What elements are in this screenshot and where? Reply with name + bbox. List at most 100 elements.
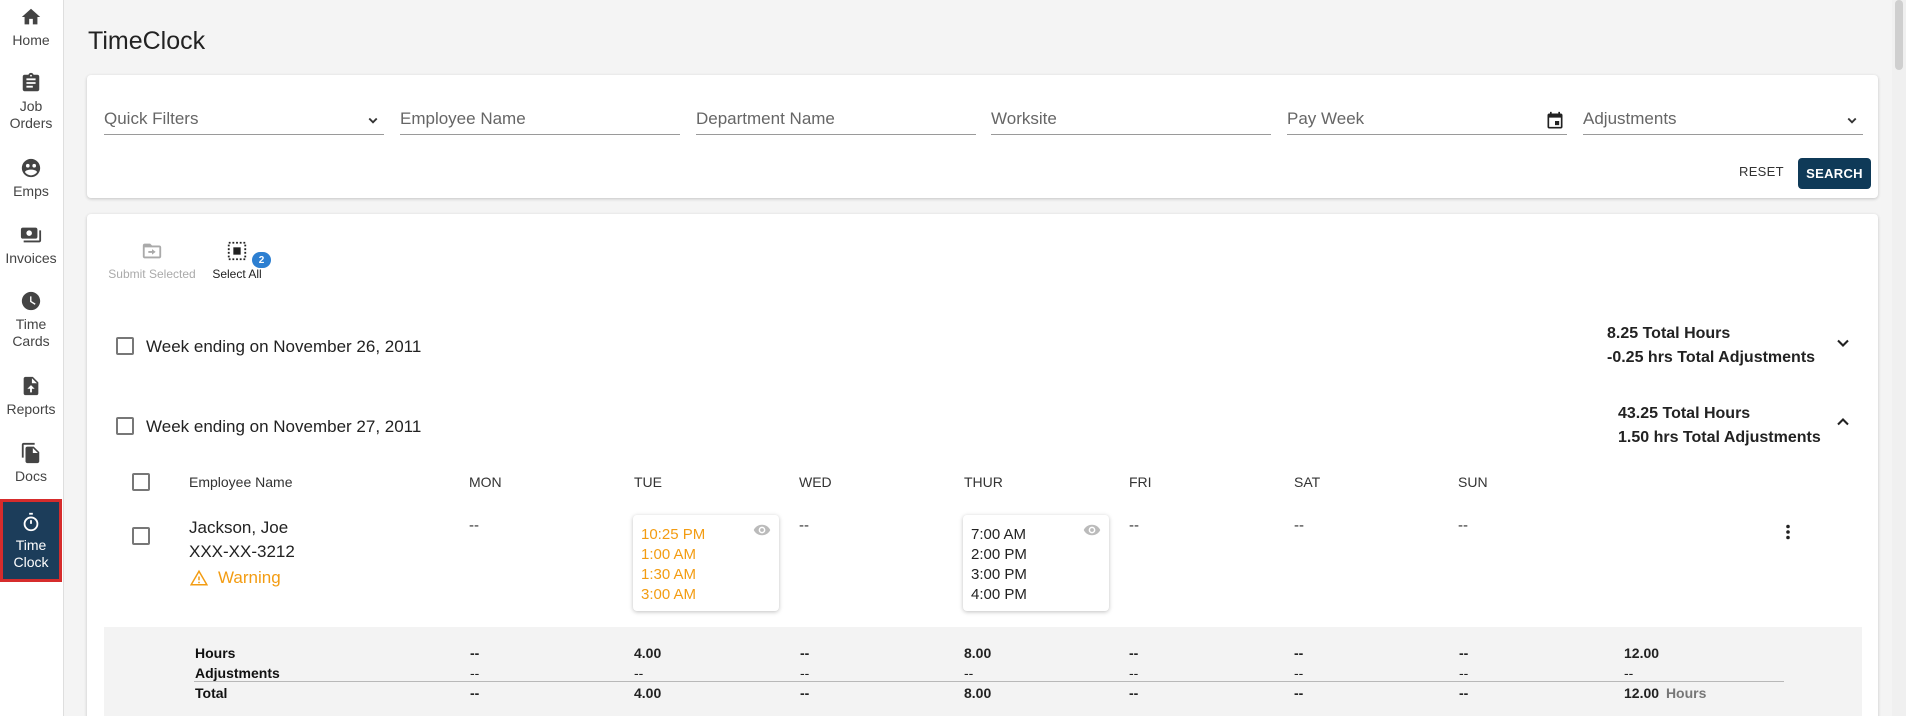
week-label: Week ending on November 27, 2011 <box>146 417 422 436</box>
more-vert-icon[interactable] <box>1784 524 1792 540</box>
total-tue: 4.00 <box>634 685 662 701</box>
adjustments-select[interactable]: Adjustments <box>1583 105 1863 135</box>
hours-sat: -- <box>1294 645 1304 661</box>
home-icon <box>21 8 41 25</box>
warning-icon <box>190 569 208 586</box>
select-all-rows-checkbox[interactable] <box>132 473 150 491</box>
day-value-sat: -- <box>1294 517 1304 534</box>
sidebar-item-label: Docs <box>15 468 47 484</box>
week-total-hours: 43.25 Total Hours <box>1618 405 1751 422</box>
week-checkbox[interactable] <box>116 417 134 435</box>
calendar-icon[interactable] <box>1545 111 1565 131</box>
day-value-mon: -- <box>469 517 479 534</box>
total-sun: -- <box>1459 685 1469 701</box>
chevron-up-icon[interactable] <box>1833 412 1853 432</box>
department-name-input[interactable]: Department Name <box>696 105 976 135</box>
punch-time: 7:00 AM <box>971 526 1027 543</box>
people-icon <box>21 158 41 178</box>
adjustments-tue: -- <box>634 665 644 681</box>
week-total-hours: 8.25 Total Hours <box>1607 325 1731 342</box>
sidebar-item-time-cards[interactable]: Time Cards <box>0 290 62 350</box>
scrollbar[interactable] <box>1892 0 1906 716</box>
warning-label: Warning <box>218 568 281 587</box>
chevron-down-icon <box>368 117 378 124</box>
adjustments-fri: -- <box>1129 665 1139 681</box>
chevron-down-icon[interactable] <box>1833 333 1853 353</box>
column-header-tue: TUE <box>634 474 662 490</box>
column-header-wed: WED <box>799 474 832 490</box>
employee-info: Jackson, Joe XXX-XX-3212 <box>189 516 295 564</box>
worksite-input[interactable]: Worksite <box>991 105 1271 135</box>
punch-time: 3:00 PM <box>971 566 1027 583</box>
clipboard-icon <box>22 72 40 92</box>
summary-label-total: Total <box>195 685 228 701</box>
employee-name[interactable]: Jackson, Joe <box>189 516 295 540</box>
row-checkbox[interactable] <box>132 527 150 545</box>
sidebar-item-docs[interactable]: Docs <box>0 442 62 485</box>
submit-selected-button[interactable]: Submit Selected <box>104 240 200 281</box>
eye-icon[interactable] <box>753 521 771 539</box>
files-icon <box>21 442 40 464</box>
chevron-down-icon <box>1847 117 1857 124</box>
column-header-thur: THUR <box>964 474 1003 490</box>
quick-filters-label: Quick Filters <box>104 109 199 128</box>
sidebar-item-emps[interactable]: Emps <box>0 157 62 200</box>
day-value-sun: -- <box>1458 517 1468 534</box>
hours-sun: -- <box>1459 645 1469 661</box>
punch-card-thur[interactable]: 7:00 AM 2:00 PM 3:00 PM 4:00 PM <box>963 515 1109 611</box>
sidebar-item-label: Invoices <box>5 250 57 266</box>
adjustments-wed: -- <box>800 665 810 681</box>
hours-thur: 8.00 <box>964 645 992 661</box>
total-wed: -- <box>800 685 810 701</box>
select-all-label: Select All <box>212 267 262 281</box>
column-header-employee: Employee Name <box>189 474 293 490</box>
scrollbar-thumb[interactable] <box>1895 0 1903 70</box>
punch-time: 1:00 AM <box>641 546 697 563</box>
column-header-mon: MON <box>469 474 502 490</box>
punch-card-tue[interactable]: 10:25 PM 1:00 AM 1:30 AM 3:00 AM <box>633 515 779 611</box>
week-total-adjustments: -0.25 hrs Total Adjustments <box>1607 349 1816 366</box>
filter-panel: Quick Filters Employee Name Department N… <box>87 75 1878 198</box>
quick-filters-select[interactable]: Quick Filters <box>104 105 384 135</box>
day-value-wed: -- <box>799 517 809 534</box>
warning-indicator[interactable]: Warning <box>190 568 281 588</box>
upload-file-icon <box>23 376 39 396</box>
search-button[interactable]: SEARCH <box>1798 158 1871 189</box>
submit-selected-label: Submit Selected <box>108 267 196 281</box>
sidebar-item-invoices[interactable]: Invoices <box>0 224 62 267</box>
clock-icon <box>21 291 41 311</box>
punch-time: 4:00 PM <box>971 586 1027 603</box>
total-total: 12.00 Hours <box>1624 685 1706 701</box>
sidebar-item-time-clock[interactable]: Time Clock <box>0 499 62 582</box>
sidebar-item-label: Emps <box>13 183 49 199</box>
summary-label-adjustments: Adjustments <box>195 665 280 681</box>
total-unit: Hours <box>1665 685 1707 701</box>
select-all-icon <box>227 241 247 261</box>
adjustments-label: Adjustments <box>1583 109 1677 128</box>
day-value-fri: -- <box>1129 517 1139 534</box>
sidebar-item-reports[interactable]: Reports <box>0 375 62 418</box>
sidebar-item-label: Time Clock <box>13 537 49 570</box>
sidebar-item-job-orders[interactable]: Job Orders <box>0 72 62 132</box>
total-thur: 8.00 <box>964 685 992 701</box>
pay-week-label: Pay Week <box>1287 109 1365 128</box>
sidebar-item-home[interactable]: Home <box>0 6 62 49</box>
reset-button[interactable]: RESET <box>1739 164 1784 179</box>
eye-icon[interactable] <box>1083 521 1101 539</box>
total-total-value: 12.00 <box>1624 685 1660 701</box>
adjustments-thur: -- <box>964 665 974 681</box>
week-totals: 8.25 Total Hours -0.25 hrs Total Adjustm… <box>1607 322 1815 370</box>
adjustments-sat: -- <box>1294 665 1304 681</box>
total-fri: -- <box>1129 685 1139 701</box>
hours-total: 12.00 <box>1624 645 1660 661</box>
column-header-fri: FRI <box>1129 474 1152 490</box>
pay-week-input[interactable]: Pay Week <box>1287 105 1567 135</box>
hours-wed: -- <box>800 645 810 661</box>
adjustments-sun: -- <box>1459 665 1469 681</box>
row-summary: Hours Adjustments Total -- 4.00 -- 8.00 … <box>104 627 1862 716</box>
employee-name-input[interactable]: Employee Name <box>400 105 680 135</box>
folder-move-icon <box>142 243 162 259</box>
sidebar: Home Job Orders Emps Invoices Time Cards… <box>0 0 64 716</box>
week-checkbox[interactable] <box>116 337 134 355</box>
adjustments-total: -- <box>1624 665 1634 681</box>
